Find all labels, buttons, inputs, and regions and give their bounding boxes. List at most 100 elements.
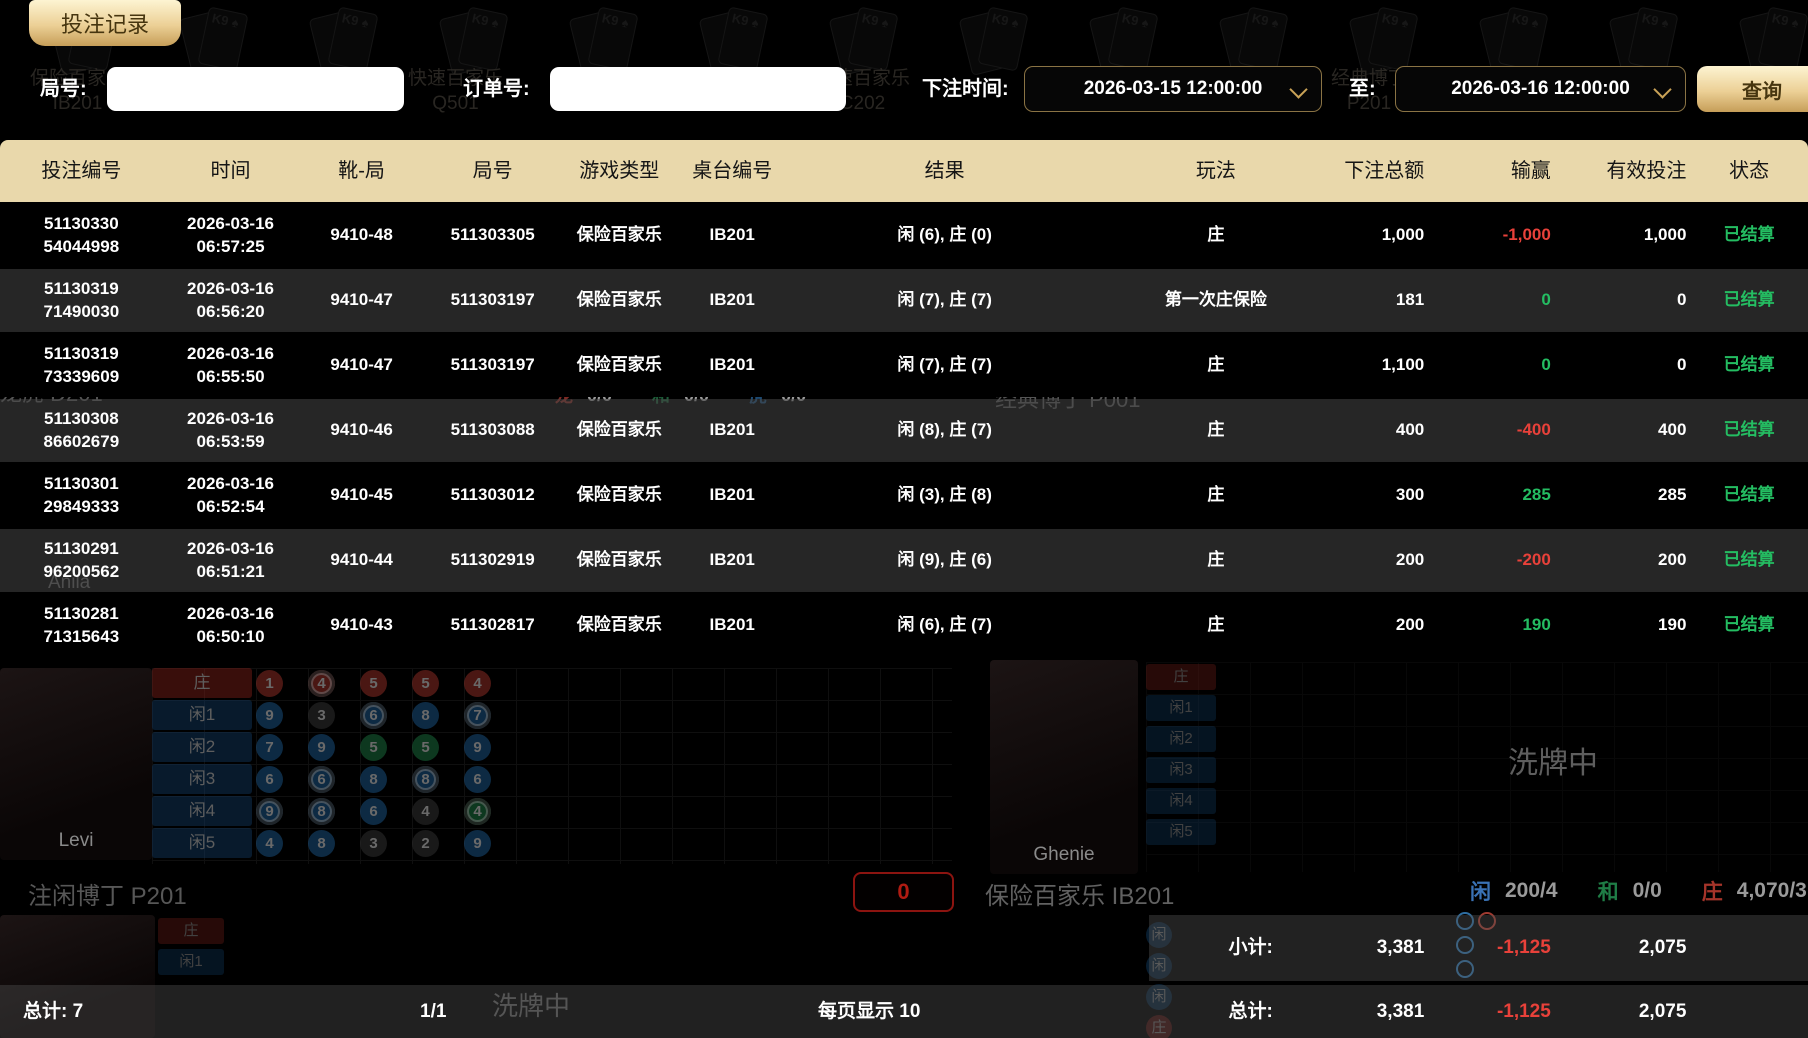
cell-wl: -1,000 — [1428, 224, 1555, 247]
summary-winloss: -1,125 — [1428, 999, 1555, 1025]
cell-wl: 0 — [1428, 289, 1555, 312]
header-6: 结果 — [786, 158, 1102, 185]
records-overlay: 投注记录 局号: 订单号: 下注时间: 2026-03-15 12:00:00 … — [0, 0, 1808, 1038]
cell-play: 庄 — [1103, 224, 1329, 247]
cell-wl: 190 — [1428, 614, 1555, 637]
cell-dt: 2026-03-16 06:50:10 — [163, 603, 299, 649]
bet-records-tab[interactable]: 投注记录 — [29, 0, 181, 46]
header-5: 桌台编号 — [678, 158, 786, 185]
cell-total: 1,100 — [1329, 354, 1428, 377]
header-1: 时间 — [163, 158, 299, 185]
cell-bet: 51130319 73339609 — [0, 343, 163, 389]
cell-play: 庄 — [1103, 484, 1329, 507]
cell-dt: 2026-03-16 06:55:50 — [163, 343, 299, 389]
summary-valid: 2,075 — [1555, 999, 1691, 1025]
cell-round: 511303012 — [425, 484, 561, 507]
cell-dt: 2026-03-16 06:53:59 — [163, 408, 299, 454]
cell-total: 300 — [1329, 484, 1428, 507]
cell-bet: 51130301 29849333 — [0, 473, 163, 519]
cell-bet: 51130330 54044998 — [0, 213, 163, 259]
header-11: 状态 — [1690, 158, 1808, 185]
order-number-label: 订单号: — [463, 67, 530, 111]
cell-round: 511302919 — [425, 549, 561, 572]
summary-label: 总计: — [1103, 999, 1329, 1025]
summary-valid: 2,075 — [1555, 935, 1691, 961]
round-number-input[interactable] — [107, 67, 404, 111]
cell-bet: 51130308 86602679 — [0, 408, 163, 454]
betting-records-screen: K9 ♠K9 ♠K9 ♠K9 ♠K9 ♠K9 ♠K9 ♠K9 ♠K9 ♠K9 ♠… — [0, 0, 1808, 1038]
cell-play: 庄 — [1103, 614, 1329, 637]
header-8: 下注总额 — [1329, 158, 1428, 185]
bet-time-from-dropdown[interactable]: 2026-03-15 12:00:00 — [1024, 66, 1322, 112]
cell-wl: 0 — [1428, 354, 1555, 377]
cell-shoe: 9410-47 — [298, 289, 425, 312]
cell-valid: 190 — [1555, 614, 1691, 637]
cell-valid: 400 — [1555, 419, 1691, 442]
cell-bet: 51130319 71490030 — [0, 278, 163, 324]
cell-play: 庄 — [1103, 419, 1329, 442]
cell-tbl: IB201 — [678, 289, 786, 312]
cell-play: 第一次庄保险 — [1103, 289, 1329, 312]
table-row: 51130281 713156432026-03-16 06:50:109410… — [0, 594, 1808, 657]
grand-total-row: 总计:3,381-1,1252,075 — [0, 985, 1808, 1038]
cell-valid: 200 — [1555, 549, 1691, 572]
summary-label: 小计: — [1103, 935, 1329, 961]
table-row: 51130308 866026792026-03-16 06:53:599410… — [0, 399, 1808, 462]
cell-game: 保险百家乐 — [560, 614, 678, 637]
header-10: 有效投注 — [1555, 158, 1691, 185]
header-7: 玩法 — [1103, 158, 1329, 185]
summary-winloss: -1,125 — [1428, 935, 1555, 961]
cell-shoe: 9410-47 — [298, 354, 425, 377]
cell-dt: 2026-03-16 06:57:25 — [163, 213, 299, 259]
search-button[interactable]: 查询 — [1697, 66, 1808, 112]
order-number-input[interactable] — [550, 67, 846, 111]
table-row: 51130319 733396092026-03-16 06:55:509410… — [0, 334, 1808, 397]
summary-total: 3,381 — [1329, 999, 1428, 1025]
cell-game: 保险百家乐 — [560, 484, 678, 507]
cell-shoe: 9410-46 — [298, 419, 425, 442]
table-row: 51130330 540449982026-03-16 06:57:259410… — [0, 204, 1808, 267]
cell-wl: 285 — [1428, 484, 1555, 507]
cell-tbl: IB201 — [678, 549, 786, 572]
subtotal-row: 小计:3,381-1,1252,075 — [0, 915, 1808, 981]
cell-dt: 2026-03-16 06:52:54 — [163, 473, 299, 519]
cell-round: 511303088 — [425, 419, 561, 442]
bet-time-from-value: 2026-03-15 12:00:00 — [1084, 78, 1263, 100]
cell-round: 511303305 — [425, 224, 561, 247]
cell-result: 闲 (6), 庄 (0) — [786, 224, 1102, 247]
cell-total: 200 — [1329, 549, 1428, 572]
cell-dt: 2026-03-16 06:56:20 — [163, 278, 299, 324]
cell-valid: 1,000 — [1555, 224, 1691, 247]
cell-tbl: IB201 — [678, 354, 786, 377]
cell-bet: 51130291 96200562 — [0, 538, 163, 584]
cell-result: 闲 (3), 庄 (8) — [786, 484, 1102, 507]
table-header: 投注编号时间靴-局局号游戏类型桌台编号结果玩法下注总额输赢有效投注状态 — [0, 140, 1808, 202]
cell-game: 保险百家乐 — [560, 354, 678, 377]
header-3: 局号 — [425, 158, 561, 185]
header-9: 输赢 — [1428, 158, 1555, 185]
bet-time-to-value: 2026-03-16 12:00:00 — [1451, 78, 1630, 100]
bet-time-to-dropdown[interactable]: 2026-03-16 12:00:00 — [1395, 66, 1686, 112]
cell-tbl: IB201 — [678, 419, 786, 442]
cell-result: 闲 (7), 庄 (7) — [786, 289, 1102, 312]
cell-shoe: 9410-45 — [298, 484, 425, 507]
cell-valid: 0 — [1555, 289, 1691, 312]
round-number-label: 局号: — [40, 67, 87, 111]
table-row: 51130301 298493332026-03-16 06:52:549410… — [0, 464, 1808, 527]
cell-total: 200 — [1329, 614, 1428, 637]
cell-status: 已结算 — [1690, 549, 1808, 572]
cell-valid: 0 — [1555, 354, 1691, 377]
header-2: 靴-局 — [298, 158, 425, 185]
header-4: 游戏类型 — [560, 158, 678, 185]
cell-game: 保险百家乐 — [560, 224, 678, 247]
cell-valid: 285 — [1555, 484, 1691, 507]
cell-result: 闲 (6), 庄 (7) — [786, 614, 1102, 637]
cell-game: 保险百家乐 — [560, 289, 678, 312]
cell-game: 保险百家乐 — [560, 419, 678, 442]
cell-status: 已结算 — [1690, 614, 1808, 637]
chevron-down-icon — [1653, 80, 1671, 98]
cell-total: 400 — [1329, 419, 1428, 442]
cell-result: 闲 (7), 庄 (7) — [786, 354, 1102, 377]
cell-result: 闲 (9), 庄 (6) — [786, 549, 1102, 572]
cell-bet: 51130281 71315643 — [0, 603, 163, 649]
